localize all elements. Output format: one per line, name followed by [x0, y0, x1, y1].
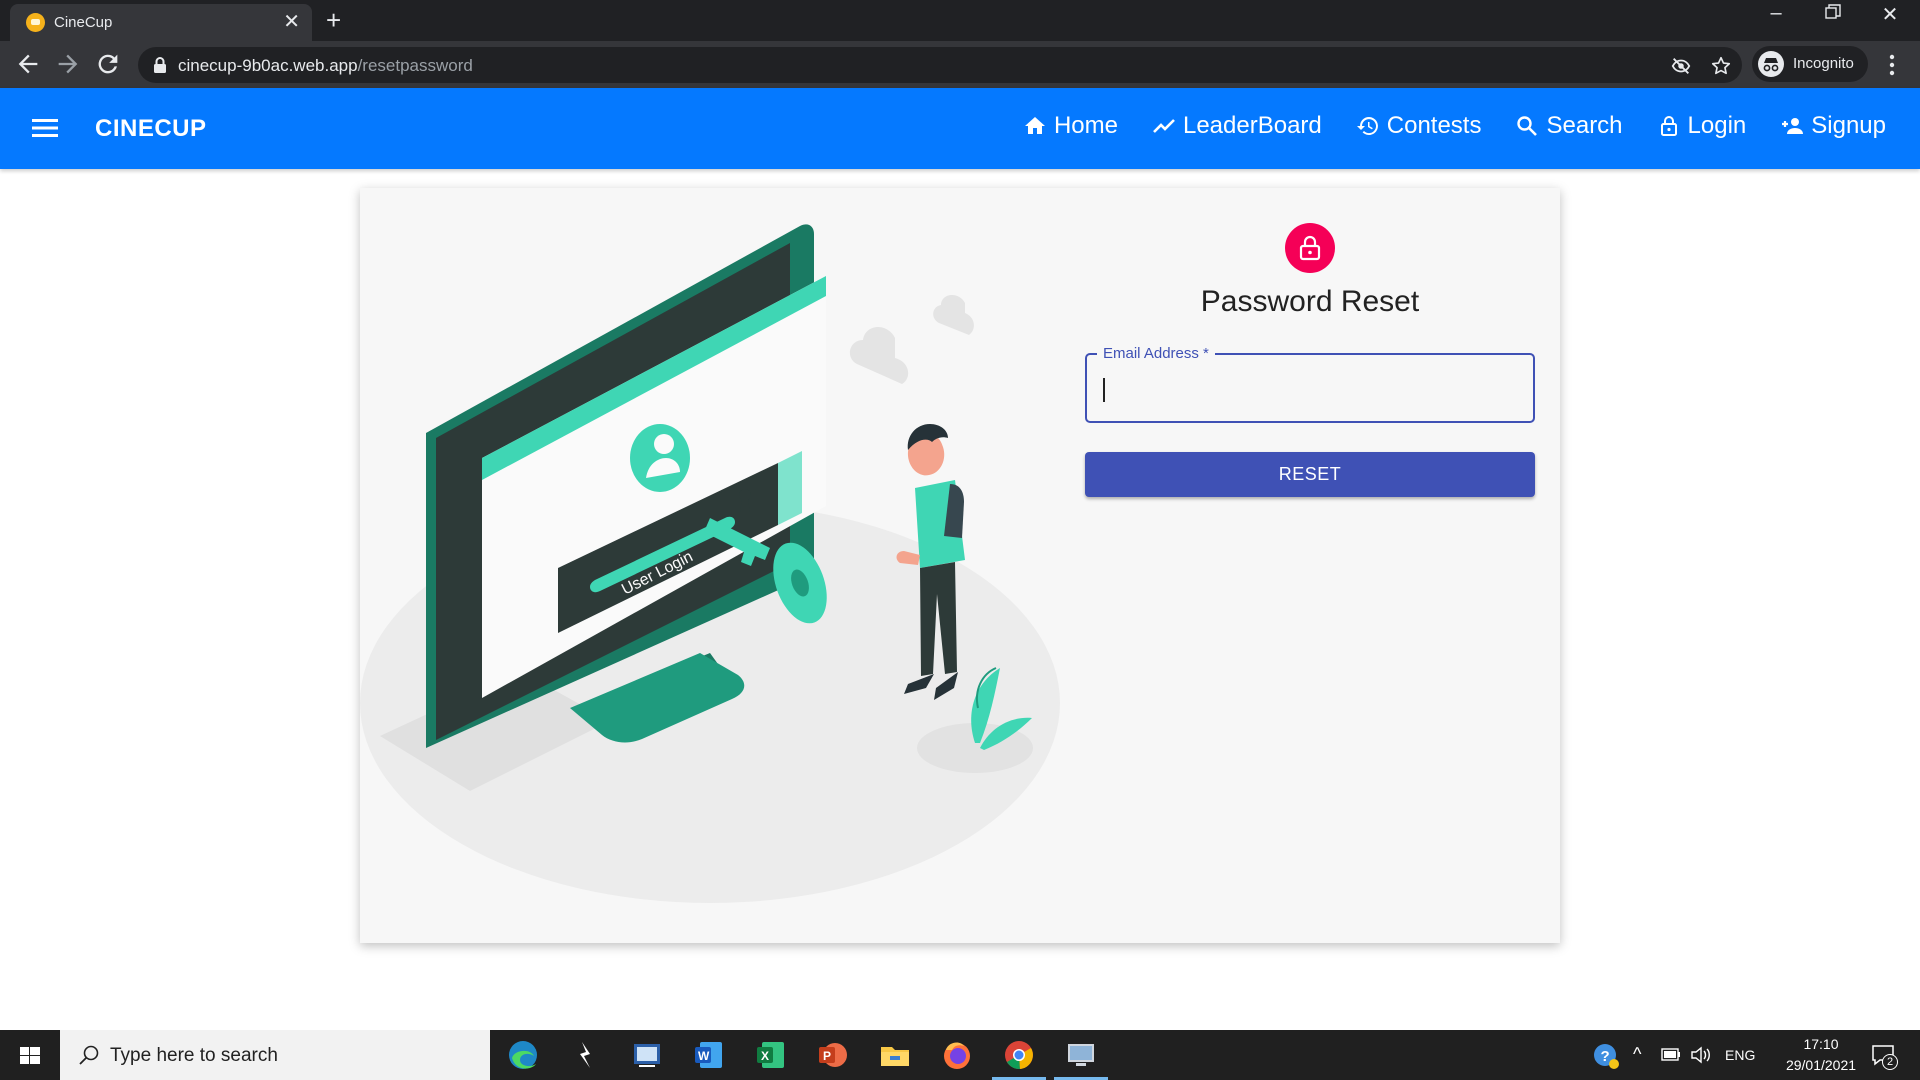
- windows-start-icon[interactable]: [0, 1030, 60, 1080]
- minimize-icon[interactable]: –: [1756, 2, 1796, 25]
- screen-capture-icon[interactable]: [630, 1038, 664, 1072]
- lock-outlined-icon: [1299, 235, 1321, 261]
- trending-up-icon: [1153, 119, 1175, 133]
- email-field-label: Email Address *: [1097, 345, 1215, 362]
- edge-icon[interactable]: [506, 1038, 540, 1072]
- back-icon[interactable]: [14, 50, 42, 78]
- close-window-icon[interactable]: ✕: [1870, 2, 1910, 27]
- svg-text:?: ?: [1601, 1048, 1610, 1065]
- email-field[interactable]: Email Address *: [1085, 345, 1535, 423]
- nav-signup-label: Signup: [1811, 112, 1886, 139]
- page-title: Password Reset: [1200, 285, 1420, 318]
- forward-icon[interactable]: [54, 50, 82, 78]
- svg-text:X: X: [761, 1049, 769, 1063]
- lock-icon: [1660, 116, 1677, 136]
- nav-links: Home LeaderBoard Contests Search Login S…: [1023, 112, 1886, 140]
- windows-taskbar: Type here to search W X P ? ^ ENG 17:10 …: [0, 1030, 1920, 1080]
- nav-login[interactable]: Login: [1657, 112, 1747, 140]
- nav-leaderboard[interactable]: LeaderBoard: [1152, 112, 1322, 140]
- app-icon[interactable]: [568, 1038, 602, 1072]
- nav-leaderboard-label: LeaderBoard: [1182, 112, 1322, 139]
- nav-contests-label: Contests: [1386, 112, 1482, 139]
- chevron-up-icon[interactable]: ^: [1633, 1044, 1641, 1065]
- incognito-profile-button[interactable]: Incognito: [1752, 46, 1868, 82]
- clock-time[interactable]: 17:10: [1790, 1036, 1852, 1052]
- browser-tab-bar: CineCup ✕ + – ✕: [0, 0, 1920, 41]
- taskbar-search-box[interactable]: Type here to search: [60, 1030, 490, 1080]
- cinecup-favicon-icon: [26, 13, 45, 32]
- close-tab-icon[interactable]: ✕: [283, 11, 300, 33]
- app-navbar: CINECUP Home LeaderBoard Contests Search…: [0, 88, 1920, 169]
- nav-search-label: Search: [1546, 112, 1623, 139]
- nav-home[interactable]: Home: [1023, 112, 1118, 140]
- search-icon: [1517, 116, 1538, 136]
- url-text: cinecup-9b0ac.web.app/resetpassword: [178, 56, 473, 76]
- bookmark-star-icon[interactable]: [1710, 55, 1732, 77]
- firefox-icon[interactable]: [940, 1038, 974, 1072]
- eye-off-icon[interactable]: [1670, 55, 1692, 77]
- clock-date[interactable]: 29/01/2021: [1770, 1057, 1872, 1073]
- nav-home-label: Home: [1053, 112, 1118, 139]
- nav-signup[interactable]: Signup: [1780, 112, 1886, 140]
- nav-contests[interactable]: Contests: [1356, 112, 1482, 140]
- language-indicator[interactable]: ENG: [1725, 1047, 1755, 1063]
- new-tab-icon[interactable]: +: [326, 6, 341, 34]
- user-login-illustration: User Login: [360, 224, 1060, 903]
- volume-icon[interactable]: [1690, 1045, 1712, 1065]
- battery-icon[interactable]: [1661, 1048, 1681, 1061]
- chrome-icon[interactable]: [1002, 1038, 1036, 1072]
- svg-text:W: W: [698, 1049, 710, 1063]
- password-reset-card: User Login Password Reset Email Address …: [360, 188, 1560, 943]
- brand-logo-text[interactable]: CINECUP: [95, 115, 207, 143]
- monitor-icon[interactable]: [1064, 1038, 1098, 1072]
- restore-icon[interactable]: [1813, 3, 1853, 26]
- nav-login-label: Login: [1687, 112, 1747, 139]
- text-cursor: [1103, 378, 1105, 402]
- person-add-icon: [1782, 118, 1804, 134]
- nav-search[interactable]: Search: [1515, 112, 1623, 140]
- word-icon[interactable]: W: [692, 1038, 726, 1072]
- padlock-icon[interactable]: [152, 56, 168, 74]
- profile-label: Incognito: [1793, 55, 1854, 72]
- notification-count-badge: 2: [1882, 1054, 1898, 1070]
- help-icon[interactable]: ?: [1592, 1042, 1620, 1070]
- svg-text:P: P: [823, 1049, 831, 1063]
- browser-menu-icon[interactable]: [1888, 53, 1896, 77]
- tab-title: CineCup: [54, 14, 113, 31]
- hamburger-menu-icon[interactable]: [32, 118, 58, 138]
- browser-tab[interactable]: CineCup ✕: [10, 4, 312, 41]
- home-icon: [1024, 117, 1045, 134]
- avatar: [1285, 223, 1335, 273]
- browser-toolbar: cinecup-9b0ac.web.app/resetpassword Inco…: [0, 41, 1920, 88]
- powerpoint-icon[interactable]: P: [816, 1038, 850, 1072]
- address-bar[interactable]: cinecup-9b0ac.web.app/resetpassword: [138, 47, 1742, 83]
- search-icon: [79, 1045, 99, 1065]
- search-placeholder: Type here to search: [110, 1045, 278, 1066]
- incognito-icon: [1758, 51, 1784, 77]
- excel-icon[interactable]: X: [754, 1038, 788, 1072]
- url-path: /resetpassword: [357, 56, 473, 75]
- reset-button[interactable]: RESET: [1085, 452, 1535, 497]
- url-host: cinecup-9b0ac.web.app: [178, 56, 358, 75]
- reload-icon[interactable]: [94, 50, 122, 78]
- history-icon: [1356, 117, 1378, 135]
- file-explorer-icon[interactable]: [878, 1038, 912, 1072]
